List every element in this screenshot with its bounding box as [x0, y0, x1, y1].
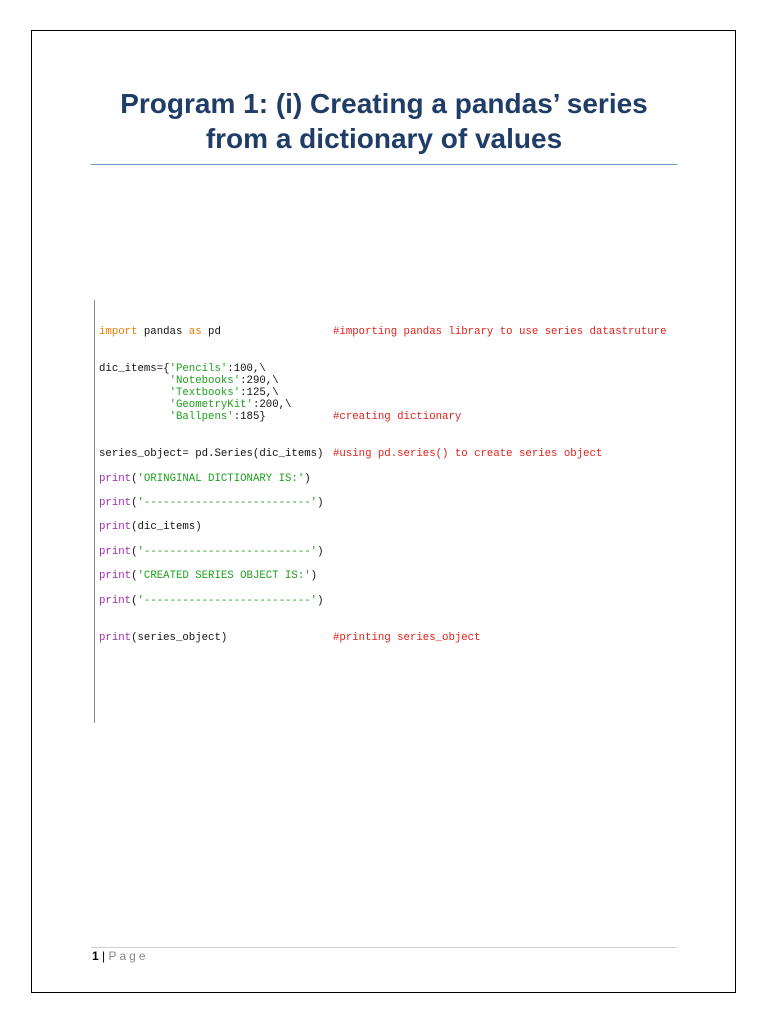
page-footer: 1 | Page: [92, 949, 149, 963]
code-line: print('--------------------------'): [99, 595, 324, 607]
code-line: 'GeometryKit':200,\: [99, 399, 292, 411]
code-line: 'Textbooks':125,\: [99, 387, 279, 399]
code-token: print: [99, 595, 132, 607]
code-line: import pandas as pd: [99, 326, 221, 338]
code-token: '--------------------------': [137, 546, 318, 558]
code-token: '--------------------------': [137, 595, 318, 607]
code-line: print('--------------------------'): [99, 497, 324, 509]
code-comment: #using pd.series() to create series obje…: [333, 448, 603, 460]
code-token: 'Pencils': [169, 363, 228, 375]
code-token: print: [99, 570, 132, 582]
code-token: 'Textbooks': [169, 387, 241, 399]
code-line: dic_items={'Pencils':100,\: [99, 363, 266, 375]
code-token: print: [99, 521, 132, 533]
code-token: pd: [201, 326, 221, 338]
code-block-border: [94, 300, 95, 723]
code-token: print: [99, 632, 132, 644]
code-token: print: [99, 497, 132, 509]
code-token: as: [188, 326, 202, 338]
code-token: ): [317, 595, 324, 607]
code-token: :290,\: [240, 375, 279, 387]
page-border: [31, 30, 736, 993]
page-number: 1: [92, 949, 99, 963]
code-token: (series_object): [131, 632, 228, 644]
code-token: import: [99, 326, 138, 338]
code-token: ): [304, 473, 311, 485]
code-comment: #importing pandas library to use series …: [333, 326, 667, 338]
code-token: 'GeometryKit': [169, 399, 253, 411]
code-token: ): [317, 546, 324, 558]
code-line: print('CREATED SERIES OBJECT IS:'): [99, 570, 317, 582]
code-token: dic_items={: [99, 363, 170, 375]
code-token: print: [99, 546, 132, 558]
code-token: 'Notebooks': [169, 375, 241, 387]
footer-separator: |: [98, 949, 109, 963]
code-comment: #creating dictionary: [333, 411, 462, 423]
code-token: print: [99, 473, 132, 485]
code-token: 'Ballpens': [169, 411, 234, 423]
code-token: :185}: [233, 411, 266, 423]
code-token: ): [310, 570, 318, 582]
code-token: 'ORINGINAL DICTIONARY IS:': [137, 473, 305, 485]
code-token: (dic_items): [131, 521, 202, 533]
code-token: ): [317, 497, 324, 509]
page-title: Program 1: (i) Creating a pandas’ series…: [60, 86, 708, 156]
code-line: 'Ballpens':185}: [99, 411, 266, 423]
code-comment: #printing series_object: [333, 632, 481, 644]
code-token: :100,\: [227, 363, 266, 375]
code-token: 'CREATED SERIES OBJECT IS:': [137, 570, 311, 582]
page-label: Page: [108, 949, 149, 963]
code-line: 'Notebooks':290,\: [99, 375, 279, 387]
code-token: pandas: [137, 326, 189, 338]
code-token: :125,\: [240, 387, 279, 399]
code-line: print(series_object): [99, 632, 227, 644]
code-line: print(dic_items): [99, 521, 202, 533]
code-token: series_object= pd.Series(dic_items): [99, 448, 324, 460]
footer-divider: [91, 947, 677, 948]
code-line: series_object= pd.Series(dic_items): [99, 448, 323, 460]
code-line: print('ORINGINAL DICTIONARY IS:'): [99, 473, 311, 485]
code-line: print('--------------------------'): [99, 546, 324, 558]
title-line-2: from a dictionary of values: [205, 123, 563, 154]
code-token: '--------------------------': [137, 497, 318, 509]
title-divider: [91, 164, 677, 165]
code-token: :200,\: [252, 399, 292, 411]
title-line-1: Program 1: (i) Creating a pandas’ series: [120, 88, 648, 119]
